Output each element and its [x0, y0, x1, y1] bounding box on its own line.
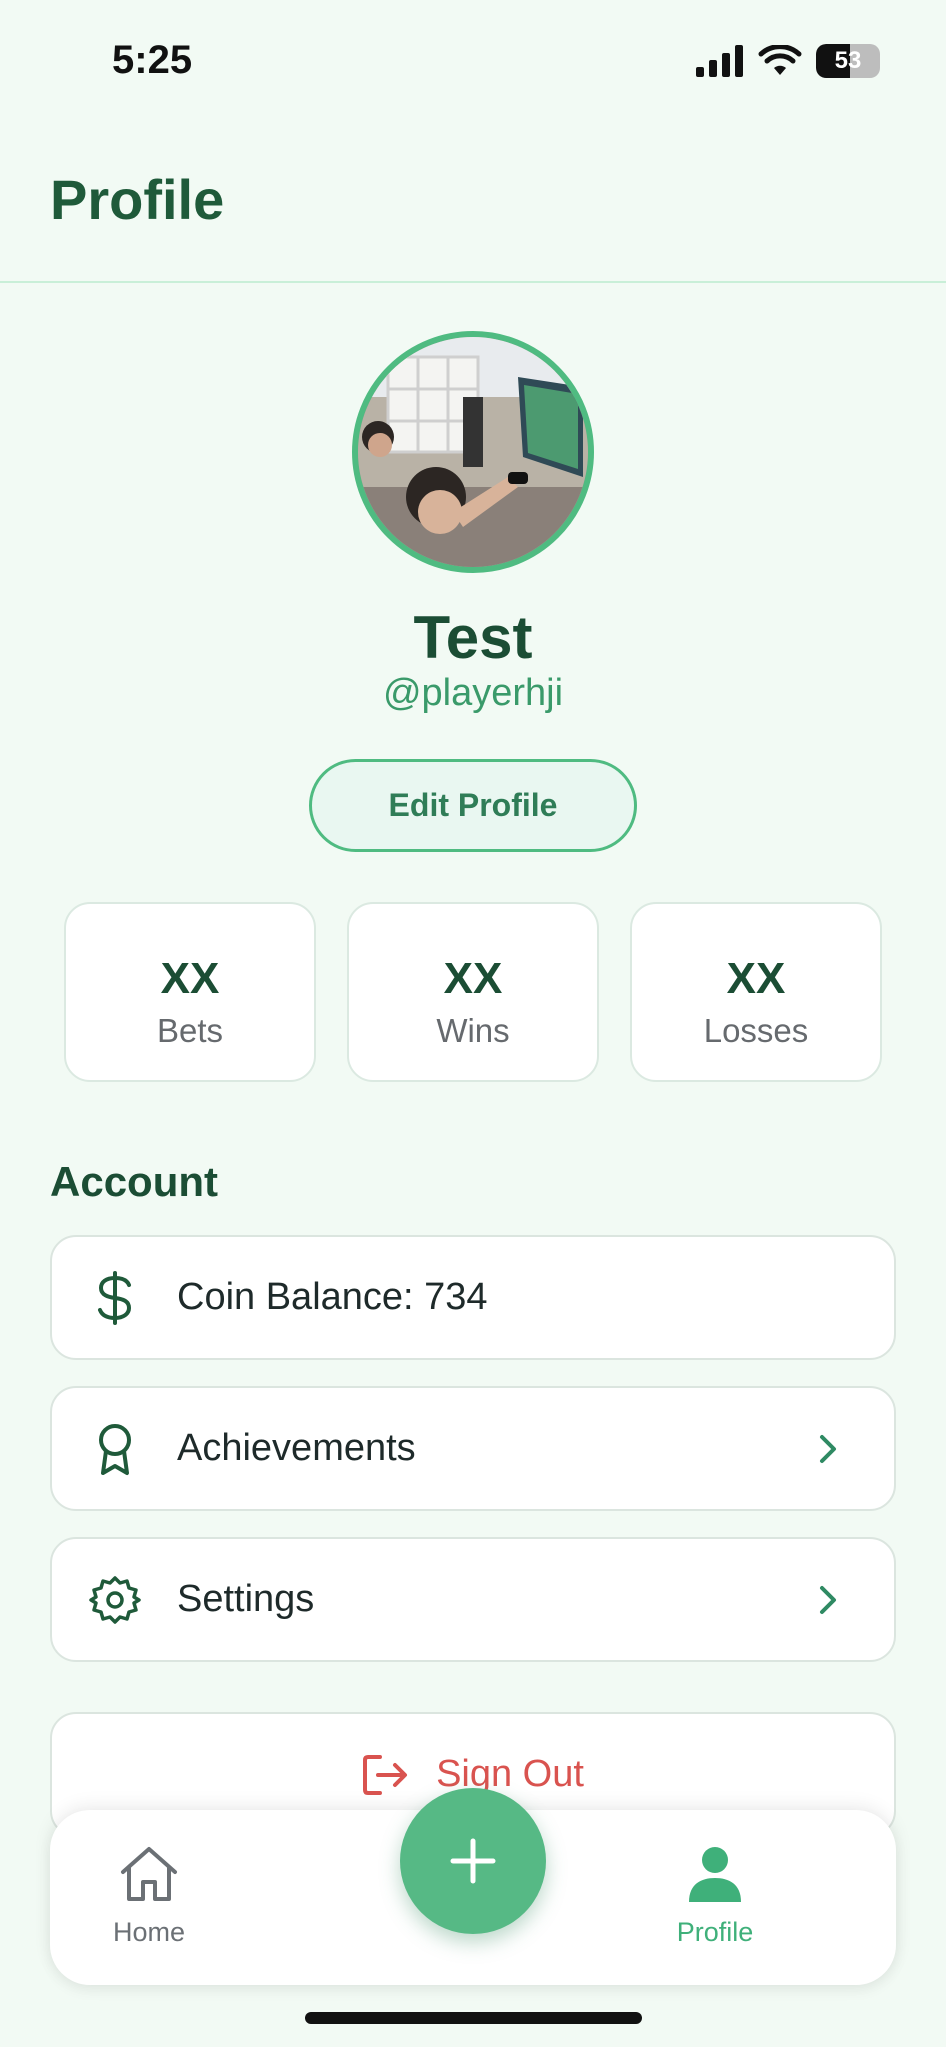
- add-button[interactable]: [400, 1788, 546, 1934]
- stat-label: Bets: [156, 1012, 224, 1049]
- settings-label: Settings: [177, 1578, 315, 1620]
- chevron-right-icon: [808, 1429, 848, 1469]
- stat-card-losses: XX Losses: [630, 902, 882, 1082]
- stat-card-wins: XX Wins: [347, 902, 599, 1082]
- award-icon: [85, 1419, 145, 1479]
- page-title: Profile: [50, 168, 225, 231]
- logout-icon: [363, 1754, 408, 1795]
- stat-label: Wins: [436, 1012, 510, 1049]
- tab-home-label: Home: [112, 1917, 186, 1947]
- signal-icon: [696, 45, 743, 77]
- wifi-icon: [758, 45, 802, 75]
- page-header: Profile: [0, 125, 946, 283]
- chevron-right-icon: [808, 1580, 848, 1620]
- coin-balance-row: Coin Balance: 734: [50, 1235, 896, 1360]
- achievements-row[interactable]: Achievements: [50, 1386, 896, 1511]
- settings-row[interactable]: Settings: [50, 1537, 896, 1662]
- stat-label: Losses: [703, 1012, 809, 1049]
- avatar[interactable]: [352, 331, 594, 573]
- home-icon: [121, 1847, 177, 1901]
- avatar-photo: [358, 337, 588, 567]
- user-handle: @playerhji: [382, 672, 564, 714]
- user-icon: [689, 1847, 741, 1902]
- status-time: 5:25: [112, 38, 193, 82]
- coin-balance-label: Coin Balance: 734: [177, 1276, 488, 1318]
- account-section-title: Account: [50, 1158, 218, 1205]
- tab-profile-label: Profile: [676, 1917, 754, 1947]
- home-indicator: [305, 2012, 642, 2024]
- tab-profile[interactable]: Profile: [625, 1844, 805, 1948]
- stat-card-bets: XX Bets: [64, 902, 316, 1082]
- edit-profile-button[interactable]: Edit Profile: [309, 759, 637, 852]
- stat-value: XX: [443, 954, 503, 1003]
- plus-icon: [450, 1838, 496, 1884]
- gear-icon: [85, 1570, 145, 1630]
- user-name: Test: [413, 604, 533, 671]
- battery-icon: 53: [816, 44, 880, 78]
- status-bar: 5:25 53: [0, 0, 946, 125]
- status-icons: 53: [696, 44, 880, 78]
- dollar-icon: [85, 1268, 145, 1328]
- achievements-label: Achievements: [177, 1427, 416, 1469]
- stat-value: XX: [726, 954, 786, 1003]
- battery-level: 53: [834, 47, 862, 74]
- tab-home[interactable]: Home: [59, 1844, 239, 1948]
- stat-value: XX: [160, 954, 220, 1003]
